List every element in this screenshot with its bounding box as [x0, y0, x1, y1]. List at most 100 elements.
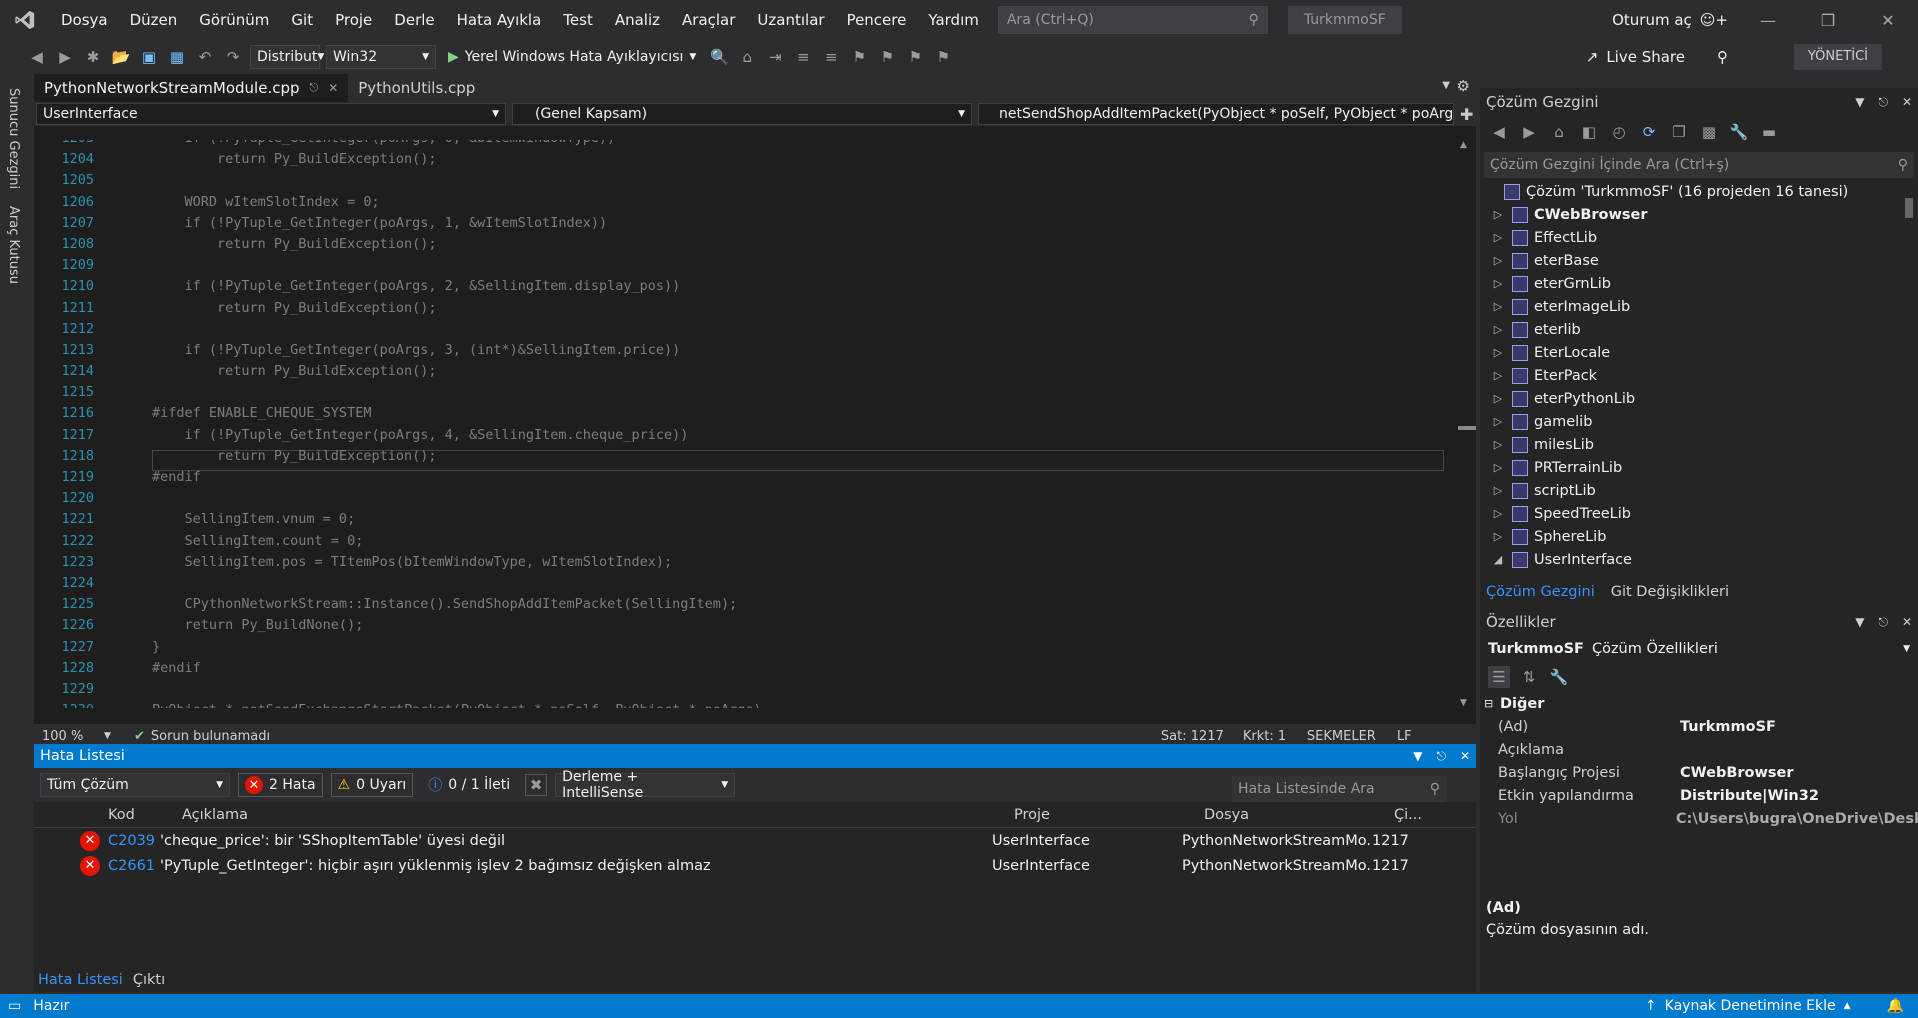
- close-icon[interactable]: ✕: [328, 81, 338, 95]
- tabs-indicator[interactable]: SEKMELER: [1307, 729, 1397, 744]
- signin-button[interactable]: Oturum aç ☺+: [1612, 0, 1728, 40]
- code-line[interactable]: }: [152, 637, 1442, 658]
- tab-python-utils[interactable]: PythonUtils.cpp: [348, 74, 485, 102]
- solution-search-input[interactable]: Çözüm Gezgini İçinde Ara (Ctrl+ş) ⚲: [1484, 152, 1914, 178]
- code-line[interactable]: return Py_BuildException();: [152, 446, 1442, 467]
- tree-item-project[interactable]: ▷ eterlib: [1480, 318, 1900, 341]
- code-line[interactable]: return Py_BuildException();: [152, 298, 1442, 319]
- menu-git[interactable]: Git: [280, 0, 324, 40]
- expand-arrow-icon[interactable]: ▷: [1488, 277, 1508, 290]
- indent-icon[interactable]: ≡: [792, 46, 814, 68]
- outdent-icon[interactable]: ≡: [820, 46, 842, 68]
- column-satir[interactable]: Çi...: [1394, 807, 1422, 823]
- show-all-files-icon[interactable]: ▩: [1698, 121, 1720, 143]
- sync-icon[interactable]: ⟳: [1638, 121, 1660, 143]
- eol-indicator[interactable]: LF: [1397, 729, 1412, 744]
- menu-dosya[interactable]: Dosya: [50, 0, 119, 40]
- vs-logo-icon[interactable]: [0, 0, 50, 40]
- expand-arrow-icon[interactable]: ▷: [1488, 530, 1508, 543]
- code-line[interactable]: #endif: [152, 658, 1442, 679]
- menu-araclar[interactable]: Araçlar: [671, 0, 746, 40]
- dropdown-icon[interactable]: ▼: [1855, 615, 1864, 630]
- dropdown-icon[interactable]: ▼: [1413, 749, 1422, 764]
- menu-yardim[interactable]: Yardım: [917, 0, 990, 40]
- tree-item-project[interactable]: ▷ PRTerrainLib: [1480, 456, 1900, 479]
- tab-output[interactable]: Çıktı: [127, 972, 171, 988]
- error-row[interactable]: ✕ C2039'cheque_price': bir 'SShopItemTabl…: [34, 828, 1476, 853]
- code-line[interactable]: [152, 382, 1442, 403]
- error-search-input[interactable]: Hata Listesinde Ara ⚲: [1232, 776, 1446, 802]
- error-code[interactable]: C2661: [108, 858, 160, 874]
- collapse-arrow-icon[interactable]: ◢: [1488, 553, 1508, 566]
- redo-icon[interactable]: ↷: [222, 46, 244, 68]
- tree-item-project[interactable]: ▷ SphereLib: [1480, 525, 1900, 548]
- menu-gorunum[interactable]: Görünüm: [188, 0, 280, 40]
- property-value[interactable]: CWebBrowser: [1680, 765, 1794, 781]
- code-line[interactable]: [152, 679, 1442, 700]
- close-icon[interactable]: ✕: [1902, 95, 1912, 110]
- properties-object-select[interactable]: TurkmmoSF Çözüm Özellikleri ▼: [1480, 636, 1918, 662]
- code-line[interactable]: [152, 255, 1442, 276]
- scroll-up-icon[interactable]: ▲: [1460, 140, 1467, 150]
- property-row[interactable]: (Ad) TurkmmoSF: [1480, 715, 1918, 738]
- tab-list-icon[interactable]: ▼: [1442, 80, 1450, 91]
- pin-icon[interactable]: ⎋: [310, 81, 319, 95]
- forward-icon[interactable]: ▶: [54, 46, 76, 68]
- dropdown-icon[interactable]: ▼: [1855, 95, 1864, 110]
- config-select[interactable]: Distribut ▼: [250, 45, 324, 69]
- scope-nav-select[interactable]: (Genel Kapsam) ▼: [512, 103, 972, 125]
- code-line[interactable]: return Py_BuildException();: [152, 149, 1442, 170]
- code-line[interactable]: return Py_BuildNone();: [152, 615, 1442, 636]
- bookmark-icon[interactable]: ⚑: [848, 46, 870, 68]
- minimize-icon[interactable]: —: [1738, 0, 1798, 40]
- code-line[interactable]: if (!PyTuple_GetInteger(poArgs, 4, &Sell…: [152, 425, 1442, 446]
- scroll-down-icon[interactable]: ▼: [1460, 698, 1467, 708]
- warnings-filter-button[interactable]: ⚠ 0 Uyarı: [330, 773, 414, 797]
- collapse-all-icon[interactable]: ❐: [1668, 121, 1690, 143]
- expand-arrow-icon[interactable]: ▷: [1488, 231, 1508, 244]
- tree-item-project[interactable]: ▷ EterLocale: [1480, 341, 1900, 364]
- property-row[interactable]: Açıklama: [1480, 738, 1918, 761]
- expand-arrow-icon[interactable]: ▷: [1488, 346, 1508, 359]
- server-explorer-tab[interactable]: Sunucu Gezgini: [6, 88, 21, 189]
- history-icon[interactable]: ◴: [1608, 121, 1630, 143]
- expand-arrow-icon[interactable]: ▷: [1488, 208, 1508, 221]
- code-line[interactable]: if (!PyTuple_GetInteger(poArgs, 1, &wIte…: [152, 213, 1442, 234]
- tree-item-project[interactable]: ▷ eterImageLib: [1480, 295, 1900, 318]
- code-line[interactable]: SellingItem.pos = TItemPos(bItemWindowTy…: [152, 552, 1442, 573]
- save-all-icon[interactable]: ▦: [166, 46, 188, 68]
- tab-python-network-stream-module[interactable]: PythonNetworkStreamModule.cpp ⎋ ✕: [34, 74, 349, 102]
- prev-bookmark-icon[interactable]: ⚑: [876, 46, 898, 68]
- expand-arrow-icon[interactable]: ▷: [1488, 323, 1508, 336]
- error-scope-select[interactable]: Tüm Çözüm ▼: [40, 773, 230, 797]
- back-icon[interactable]: ◀: [1488, 121, 1510, 143]
- close-icon[interactable]: ✕: [1460, 749, 1470, 764]
- code-line[interactable]: [152, 170, 1442, 191]
- property-row[interactable]: Yol C:\Users\bugra\OneDrive\Desk: [1480, 807, 1918, 830]
- error-row[interactable]: ✕ C2661 'PyTuple_GetInteger': hiçbir aşırı…: [34, 853, 1476, 878]
- column-dosya[interactable]: Dosya: [1204, 807, 1394, 823]
- expand-arrow-icon[interactable]: ▷: [1488, 369, 1508, 382]
- undo-icon[interactable]: ↶: [194, 46, 216, 68]
- code-line[interactable]: WORD wItemSlotIndex = 0;: [152, 192, 1442, 213]
- menu-test[interactable]: Test: [552, 0, 604, 40]
- forward-icon[interactable]: ▶: [1518, 121, 1540, 143]
- menu-duzen[interactable]: Düzen: [119, 0, 189, 40]
- code-line[interactable]: #ifdef ENABLE_CHEQUE_SYSTEM: [152, 403, 1442, 424]
- alphabetical-icon[interactable]: ⇅: [1518, 666, 1540, 688]
- add-source-control-button[interactable]: Kaynak Denetimine Ekle: [1665, 998, 1836, 1014]
- clear-bookmarks-icon[interactable]: ⚑: [932, 46, 954, 68]
- split-icon[interactable]: ✚: [1460, 105, 1473, 124]
- preview-icon[interactable]: ▬: [1758, 121, 1780, 143]
- tree-item-project[interactable]: ▷ CWebBrowser: [1480, 203, 1900, 226]
- restore-icon[interactable]: ❐: [1798, 0, 1858, 40]
- error-code[interactable]: C2039: [108, 833, 160, 849]
- tree-item-project[interactable]: ▷ milesLib: [1480, 433, 1900, 456]
- code-line[interactable]: [152, 488, 1442, 509]
- code-line[interactable]: [152, 573, 1442, 594]
- property-value[interactable]: Distribute|Win32: [1680, 788, 1819, 804]
- filter-icon[interactable]: ✖: [525, 774, 548, 796]
- column-kod[interactable]: Kod: [34, 807, 182, 823]
- property-row[interactable]: Etkin yapılandırma Distribute|Win32: [1480, 784, 1918, 807]
- code-line[interactable]: if (!PyTuple_GetInteger(poArgs, 2, &Sell…: [152, 276, 1442, 297]
